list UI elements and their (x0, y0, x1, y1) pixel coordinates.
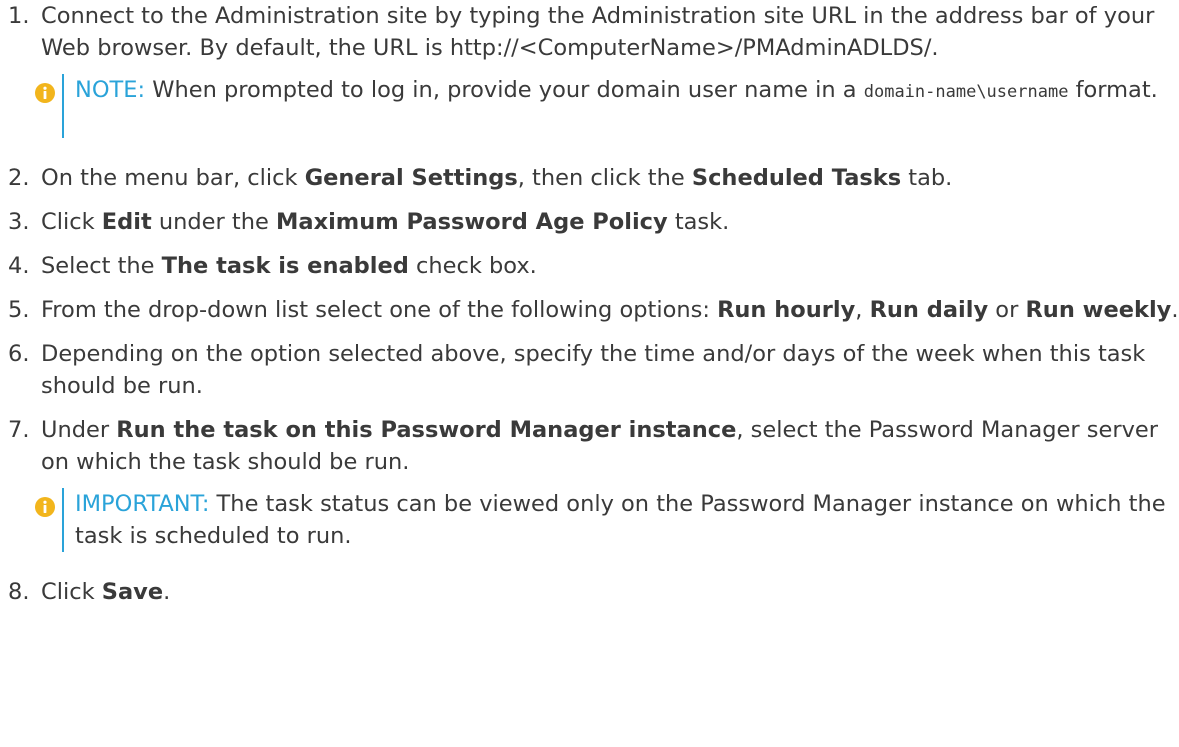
step-5: 5. From the drop-down list select one of … (0, 294, 1179, 326)
step-number: 8. (8, 579, 30, 605)
text-run: Click (41, 209, 102, 235)
code-text: domain-name\username (863, 82, 1069, 102)
note-callout: NOTE: When prompted to log in, provide y… (35, 74, 1179, 138)
step-text: From the drop-down list select one of th… (41, 294, 1179, 326)
step-text: On the menu bar, click General Settings,… (41, 162, 1179, 194)
text-run: Click (41, 579, 102, 605)
text-run: Under (41, 417, 117, 443)
step-7: 7. Under Run the task on this Password Ma… (0, 414, 1179, 552)
step-text: Under Run the task on this Password Mana… (41, 414, 1179, 478)
step-text: Depending on the option selected above, … (41, 338, 1179, 402)
ui-term: Save (101, 579, 164, 605)
note-text: NOTE: When prompted to log in, provide y… (66, 74, 1179, 108)
text-run: Depending on the option selected above, … (41, 341, 1146, 399)
ui-term: Run daily (869, 297, 989, 323)
step-number: 7. (8, 417, 30, 443)
text-run: task. (667, 209, 730, 235)
step-number: 2. (8, 165, 30, 191)
ui-term: The task is enabled (161, 253, 409, 279)
ui-term: Run hourly (717, 297, 856, 323)
step-text: Click Save. (41, 576, 1179, 608)
step-number: 3. (8, 209, 30, 235)
step-2: 2. On the menu bar, click General Setting… (0, 162, 1179, 194)
note-callout: IMPORTANT: The task status can be viewed… (35, 488, 1179, 552)
step-6: 6. Depending on the option selected above… (0, 338, 1179, 402)
step-text: Select the The task is enabled check box… (41, 250, 1179, 282)
step-1: 1. Connect to the Administration site by … (0, 0, 1179, 138)
text-run: . (163, 579, 171, 605)
step-4: 4. Select the The task is enabled check b… (0, 250, 1179, 282)
text-run: From the drop-down list select one of th… (41, 297, 718, 323)
text-run: under the (151, 209, 276, 235)
steps-list: 1. Connect to the Administration site by … (0, 0, 1179, 608)
ui-term: Scheduled Tasks (691, 165, 902, 191)
note-text: IMPORTANT: The task status can be viewed… (66, 488, 1179, 552)
note-divider (62, 74, 64, 138)
procedure-page: 1. Connect to the Administration site by … (0, 0, 1179, 747)
text-run: Connect to the Administration site by ty… (41, 3, 1155, 61)
info-icon (35, 494, 55, 517)
step-number: 5. (8, 297, 30, 323)
step-text: Click Edit under the Maximum Password Ag… (41, 206, 1179, 238)
ui-term: Run the task on this Password Manager in… (116, 417, 737, 443)
text-run: format. (1068, 77, 1158, 103)
text-run: or (988, 297, 1026, 323)
note-label: IMPORTANT: (75, 491, 210, 517)
text-run: Select the (41, 253, 162, 279)
step-3: 3. Click Edit under the Maximum Password … (0, 206, 1179, 238)
text-run: tab. (901, 165, 953, 191)
text-run: , then click the (517, 165, 692, 191)
ui-term: Edit (101, 209, 152, 235)
step-number: 6. (8, 341, 30, 367)
step-number: 1. (8, 3, 30, 29)
note-divider (62, 488, 64, 552)
step-text: Connect to the Administration site by ty… (41, 0, 1179, 64)
step-number: 4. (8, 253, 30, 279)
text-run: check box. (408, 253, 537, 279)
text-run: On the menu bar, click (41, 165, 305, 191)
ui-term: General Settings (304, 165, 518, 191)
ui-term: Maximum Password Age Policy (276, 209, 668, 235)
step-8: 8. Click Save. (0, 576, 1179, 608)
text-run: . (1171, 297, 1179, 323)
info-icon (35, 80, 55, 103)
ui-term: Run weekly (1025, 297, 1172, 323)
text-run: The task status can be viewed only on th… (75, 491, 1166, 549)
text-run: When prompted to log in, provide your do… (145, 77, 864, 103)
text-run: , (855, 297, 870, 323)
note-label: NOTE: (75, 77, 146, 103)
